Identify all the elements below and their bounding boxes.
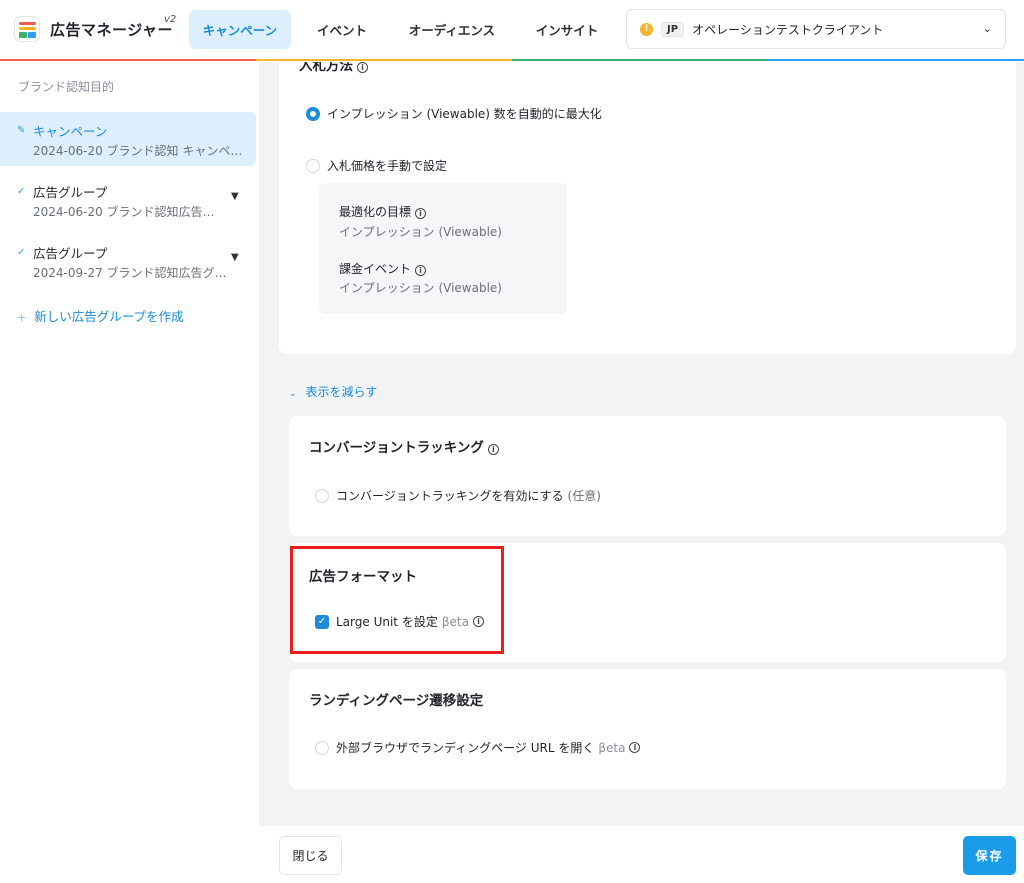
info-icon[interactable]: i bbox=[629, 742, 641, 753]
add-adgroup-label: 新しい広告グループを作成 bbox=[34, 309, 184, 324]
close-button[interactable]: 閉じる bbox=[279, 836, 342, 875]
client-selector[interactable]: ! JP オペレーションテストクライアント ⌄ bbox=[626, 9, 1006, 49]
sidebar-item-label: キャンペーン bbox=[33, 124, 108, 139]
tab-campaign[interactable]: キャンペーン bbox=[189, 10, 291, 49]
region-badge: JP bbox=[661, 21, 685, 37]
tab-event[interactable]: イベント bbox=[304, 10, 380, 49]
goal-label: 最適化の目標 i bbox=[339, 203, 427, 220]
bidding-title: 入札方法 i bbox=[299, 62, 368, 74]
bid-auto-option[interactable]: インプレッション (Viewable) 数を自動的に最大化 bbox=[306, 105, 602, 122]
check-icon: ✓ bbox=[17, 247, 26, 258]
sidebar-item-sub: 2024-06-20 ブランド認知広告グ... bbox=[33, 205, 223, 219]
conversion-card: コンバージョントラッキング i コンバージョントラッキングを有効にする (任意) bbox=[289, 416, 1006, 536]
app-logo-icon bbox=[14, 16, 40, 42]
conversion-enable-option[interactable]: コンバージョントラッキングを有効にする (任意) bbox=[315, 487, 601, 504]
chevron-down-icon: ⌄ bbox=[289, 389, 297, 399]
radio-selected[interactable] bbox=[306, 106, 320, 121]
bid-info-box: 最適化の目標 i インプレッション (Viewable) 課金イベント i インプレ… bbox=[319, 183, 567, 314]
chevron-down-icon: ⌄ bbox=[982, 22, 992, 35]
app-title: 広告マネージャー bbox=[50, 21, 173, 39]
info-icon[interactable]: i bbox=[415, 208, 427, 219]
client-name: オペレーションテストクライアント bbox=[692, 22, 884, 37]
app-version: v2 bbox=[164, 14, 177, 25]
sidebar-item-label: 広告グループ bbox=[33, 185, 108, 200]
external-browser-option[interactable]: 外部ブラウザでランディングページ URL を開く βeta i bbox=[315, 739, 641, 756]
check-icon: ✓ bbox=[17, 186, 26, 197]
checkbox-unchecked[interactable] bbox=[315, 740, 329, 755]
footer-bar: 閉じる 保存 bbox=[259, 826, 1024, 883]
bidding-card: 入札方法 i インプレッション (Viewable) 数を自動的に最大化 入札価格… bbox=[279, 62, 1016, 354]
sidebar-item-label: 広告グループ bbox=[33, 246, 108, 261]
info-icon[interactable]: i bbox=[357, 62, 368, 73]
add-adgroup-link[interactable]: + 新しい広告グループを作成 bbox=[17, 306, 183, 325]
landing-card: ランディングページ遷移設定 外部ブラウザでランディングページ URL を開く βe… bbox=[289, 669, 1006, 789]
tab-audience[interactable]: オーディエンス bbox=[396, 10, 508, 49]
billing-label: 課金イベント i bbox=[339, 260, 427, 277]
landing-title: ランディングページ遷移設定 bbox=[309, 693, 484, 709]
bid-manual-option[interactable]: 入札価格を手動で設定 bbox=[306, 157, 447, 174]
save-button[interactable]: 保存 bbox=[963, 836, 1016, 875]
billing-value: インプレッション (Viewable) bbox=[339, 281, 502, 295]
show-less-link[interactable]: ⌄ 表示を減らす bbox=[289, 383, 377, 400]
sidebar-item-sub: 2024-09-27 ブランド認知広告グル... bbox=[33, 266, 228, 280]
warning-icon: ! bbox=[640, 22, 653, 36]
conversion-title: コンバージョントラッキング i bbox=[309, 436, 499, 456]
sidebar-heading: ブランド認知目的 bbox=[18, 80, 115, 94]
highlight-box bbox=[290, 546, 504, 654]
sidebar-item-sub: 2024-06-20 ブランド認知 キャンペーン... bbox=[33, 144, 251, 158]
checkbox-unchecked[interactable] bbox=[315, 488, 329, 503]
sidebar-item-campaign[interactable]: ✎ キャンペーン 2024-06-20 ブランド認知 キャンペーン... bbox=[0, 112, 256, 166]
plus-icon: + bbox=[17, 311, 27, 324]
info-icon[interactable]: i bbox=[487, 444, 499, 455]
sidebar: ブランド認知目的 ✎ キャンペーン 2024-06-20 ブランド認知 キャンペ… bbox=[0, 62, 259, 883]
sidebar-item-adgroup-1[interactable]: ✓ 広告グループ 2024-06-20 ブランド認知広告グ... ▼ bbox=[0, 173, 256, 227]
chevron-down-icon[interactable]: ▼ bbox=[231, 191, 239, 202]
chevron-down-icon[interactable]: ▼ bbox=[231, 252, 239, 263]
edit-icon: ✎ bbox=[17, 125, 26, 136]
info-icon[interactable]: i bbox=[415, 265, 427, 276]
sidebar-item-adgroup-2[interactable]: ✓ 広告グループ 2024-09-27 ブランド認知広告グル... ▼ bbox=[0, 234, 256, 288]
main-content[interactable]: 入札方法 i インプレッション (Viewable) 数を自動的に最大化 入札価格… bbox=[259, 62, 1024, 826]
app-header: 広告マネージャー v2 キャンペーン イベント オーディエンス インサイト ! … bbox=[0, 0, 1024, 60]
goal-value: インプレッション (Viewable) bbox=[339, 225, 502, 239]
radio-unselected[interactable] bbox=[306, 158, 320, 173]
tab-insight[interactable]: インサイト bbox=[524, 10, 610, 49]
